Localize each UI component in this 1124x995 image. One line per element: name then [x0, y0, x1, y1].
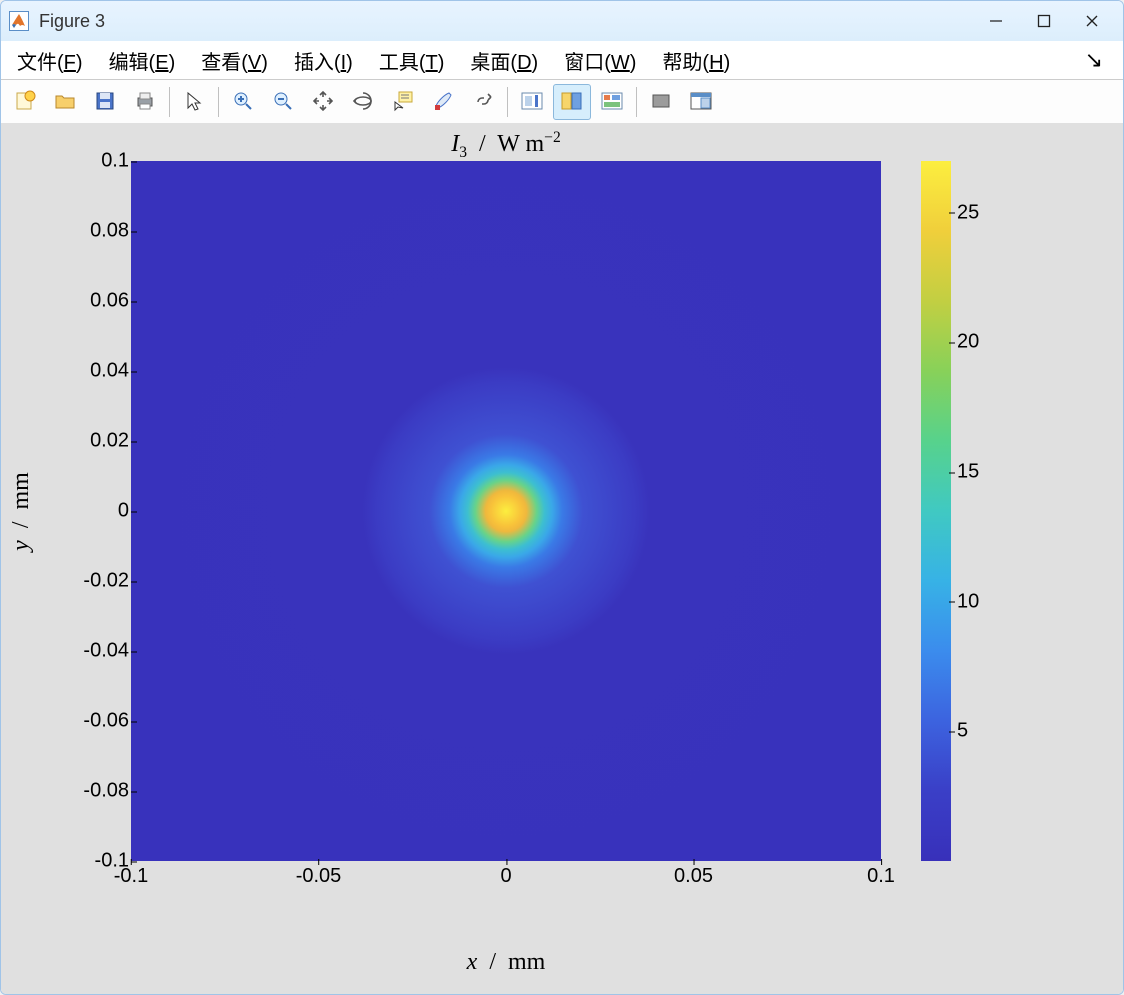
legend-button[interactable] — [553, 84, 591, 120]
menu-t[interactable]: 工具(T) — [369, 49, 455, 77]
menu-f[interactable]: 文件(F) — [7, 49, 93, 77]
zoom-out-button[interactable] — [264, 84, 302, 120]
zoom-in-button[interactable] — [224, 84, 262, 120]
heatmap-image[interactable] — [131, 161, 881, 861]
y-axis-label: y / mm — [1, 161, 41, 861]
pan-button[interactable] — [304, 84, 342, 120]
colorbar-tick: 20 — [957, 331, 979, 354]
menu-w[interactable]: 窗口(W) — [554, 49, 646, 77]
y-tick: 0.04 — [90, 360, 129, 383]
toolbar — [1, 80, 1123, 125]
minimize-button[interactable] — [973, 5, 1019, 37]
menu-d[interactable]: 桌面(D) — [460, 49, 548, 77]
print-button[interactable] — [126, 84, 164, 120]
plot-tools-button[interactable] — [593, 84, 631, 120]
pointer-icon — [183, 90, 205, 115]
y-tick: 0.06 — [90, 290, 129, 313]
menubar: 文件(F)编辑(E)查看(V)插入(I)工具(T)桌面(D)窗口(W)帮助(H)… — [1, 41, 1123, 80]
close-button[interactable] — [1069, 5, 1115, 37]
x-tick: -0.1 — [114, 865, 148, 888]
colorbar-tick: 25 — [957, 201, 979, 224]
colorbar-tick: 15 — [957, 461, 979, 484]
zoom-in-icon — [232, 90, 254, 115]
y-tick: -0.08 — [83, 780, 129, 803]
y-tick: -0.02 — [83, 570, 129, 593]
dock-arrow-icon[interactable]: ↘ — [1085, 47, 1117, 73]
legend-icon — [560, 90, 584, 115]
plot-title: I3 / W m−2 — [131, 129, 881, 162]
open-button[interactable] — [46, 84, 84, 120]
x-tick: 0 — [500, 865, 511, 888]
open-icon — [54, 90, 76, 115]
data-cursor-button[interactable] — [384, 84, 422, 120]
menu-i[interactable]: 插入(I) — [284, 49, 363, 77]
hide-tools-button[interactable] — [642, 84, 680, 120]
brush-button[interactable] — [424, 84, 462, 120]
data-cursor-icon — [392, 90, 414, 115]
menu-e[interactable]: 编辑(E) — [99, 49, 186, 77]
new-figure-button[interactable] — [6, 84, 44, 120]
titlebar[interactable]: Figure 3 — [1, 1, 1123, 41]
x-tick: -0.05 — [296, 865, 342, 888]
figure-window: Figure 3 文件(F)编辑(E)查看(V)插入(I)工具(T)桌面(D)窗… — [0, 0, 1124, 995]
link-icon — [472, 90, 494, 115]
colorbar-tick: 10 — [957, 590, 979, 613]
x-tick: 0.05 — [674, 865, 713, 888]
print-icon — [134, 90, 156, 115]
pointer-button[interactable] — [175, 84, 213, 120]
zoom-out-icon — [272, 90, 294, 115]
colorbar-tick: 5 — [957, 720, 968, 743]
dock-button[interactable] — [682, 84, 720, 120]
window-title: Figure 3 — [39, 11, 105, 32]
x-tick: 0.1 — [867, 865, 895, 888]
y-tick: 0.02 — [90, 430, 129, 453]
y-tick: 0.1 — [101, 150, 129, 173]
menu-h[interactable]: 帮助(H) — [652, 49, 740, 77]
y-tick: 0.08 — [90, 220, 129, 243]
plot-tools-icon — [600, 90, 624, 115]
colorbar-icon — [520, 90, 544, 115]
y-tick: -0.04 — [83, 640, 129, 663]
y-tick: 0 — [118, 500, 129, 523]
matlab-icon — [9, 11, 29, 31]
save-button[interactable] — [86, 84, 124, 120]
dock-icon — [689, 90, 713, 115]
link-button[interactable] — [464, 84, 502, 120]
colorbar[interactable] — [921, 161, 951, 861]
hide-tools-icon — [650, 90, 672, 115]
new-figure-icon — [14, 90, 36, 115]
pan-icon — [312, 90, 334, 115]
y-tick: -0.06 — [83, 710, 129, 733]
menu-v[interactable]: 查看(V) — [191, 49, 278, 77]
brush-icon — [432, 90, 454, 115]
x-axis-label: x / mm — [131, 949, 881, 976]
save-icon — [94, 90, 116, 115]
colorbar-button[interactable] — [513, 84, 551, 120]
maximize-button[interactable] — [1021, 5, 1067, 37]
figure-canvas[interactable]: I3 / W m−2 y / mm x / mm -0.1 -0.08 -0.06 -… — [1, 123, 1123, 994]
rotate-3d-icon — [352, 90, 374, 115]
rotate-3d-button[interactable] — [344, 84, 382, 120]
